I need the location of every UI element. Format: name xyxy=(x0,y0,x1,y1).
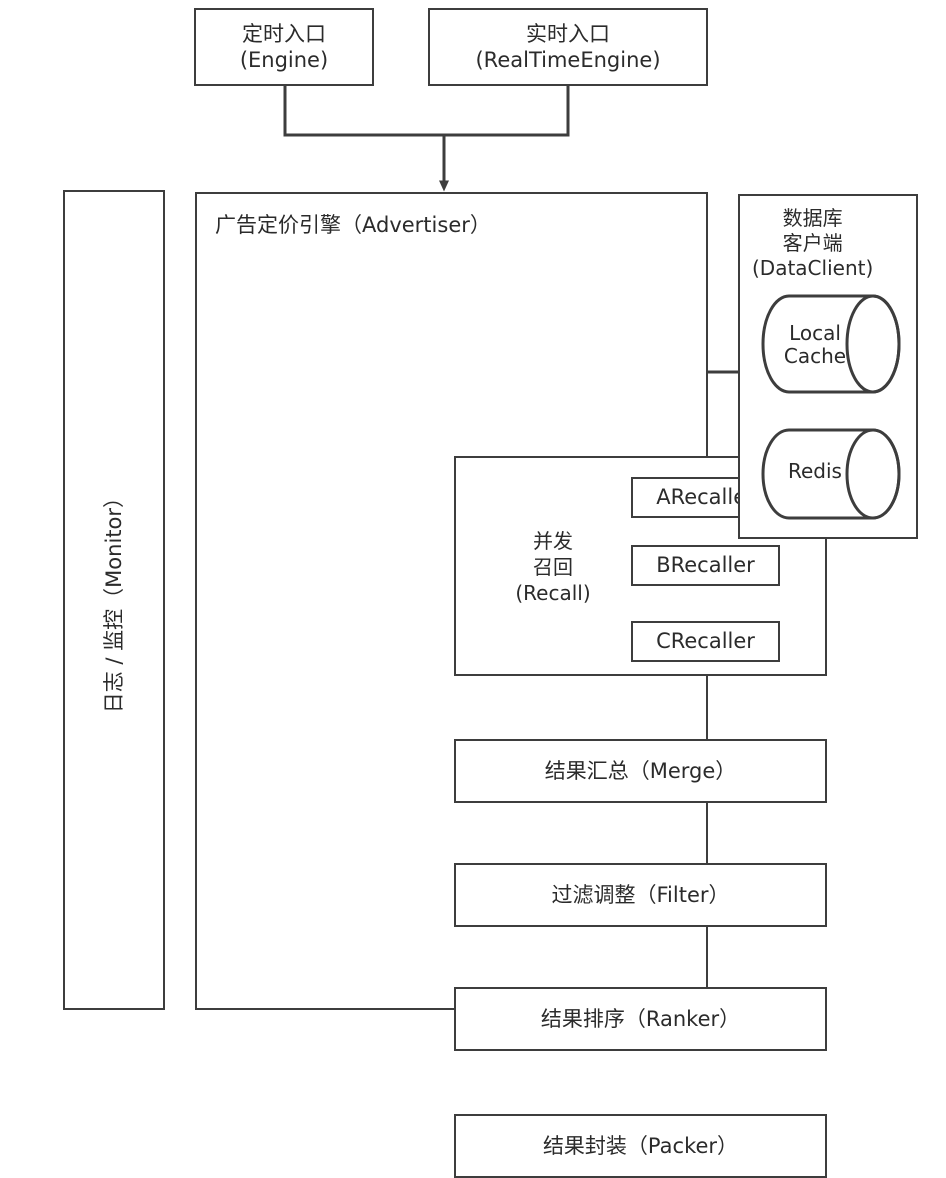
node-local-cache-store[interactable]: Local Cache xyxy=(759,292,903,396)
node-realtime-entry-label: 实时入口 (RealTimeEngine) xyxy=(475,21,661,72)
node-filter-stage[interactable]: 过滤调整（Filter） xyxy=(454,863,827,927)
node-realtime-entry[interactable]: 实时入口 (RealTimeEngine) xyxy=(428,8,708,86)
database-cylinder-icon xyxy=(761,428,901,520)
node-packer-label: 结果封装（Packer） xyxy=(542,1133,739,1158)
node-crecaller-label: CRecaller xyxy=(656,629,755,654)
node-packer-stage[interactable]: 结果封装（Packer） xyxy=(454,1114,827,1178)
connector-realtime-to-advertiser xyxy=(444,86,570,137)
node-ranker-stage[interactable]: 结果排序（Ranker） xyxy=(454,987,827,1051)
node-monitor-panel[interactable]: 日志 / 监控（Monitor） xyxy=(63,190,165,1010)
node-dataclient-panel[interactable]: 数据库 客户端 (DataClient) Local Cache Redis xyxy=(738,194,918,539)
node-merge-label: 结果汇总（Merge） xyxy=(544,758,737,783)
advertiser-title: 广告定价引擎（Advertiser） xyxy=(215,213,491,237)
connector-engine-to-advertiser xyxy=(283,86,444,137)
dataclient-title: 数据库 客户端 (DataClient) xyxy=(752,206,874,280)
node-merge-stage[interactable]: 结果汇总（Merge） xyxy=(454,739,827,803)
node-scheduled-entry[interactable]: 定时入口 (Engine) xyxy=(194,8,374,86)
architecture-diagram: 定时入口 (Engine) 实时入口 (RealTimeEngine) 日志 /… xyxy=(0,0,946,1178)
node-filter-label: 过滤调整（Filter） xyxy=(551,882,730,907)
node-scheduled-entry-label: 定时入口 (Engine) xyxy=(239,21,329,72)
node-ranker-label: 结果排序（Ranker） xyxy=(540,1006,741,1031)
database-cylinder-icon xyxy=(761,294,901,394)
node-crecaller[interactable]: CRecaller xyxy=(631,621,780,662)
node-brecaller[interactable]: BRecaller xyxy=(631,545,780,586)
node-brecaller-label: BRecaller xyxy=(656,553,755,578)
node-advertiser-container[interactable]: 广告定价引擎（Advertiser） 并发 召回 (Recall) ARecal… xyxy=(195,192,827,1178)
recall-group-label: 并发 召回 (Recall) xyxy=(515,529,591,605)
node-monitor-label: 日志 / 监控（Monitor） xyxy=(101,486,126,714)
node-redis-store[interactable]: Redis xyxy=(759,426,903,522)
